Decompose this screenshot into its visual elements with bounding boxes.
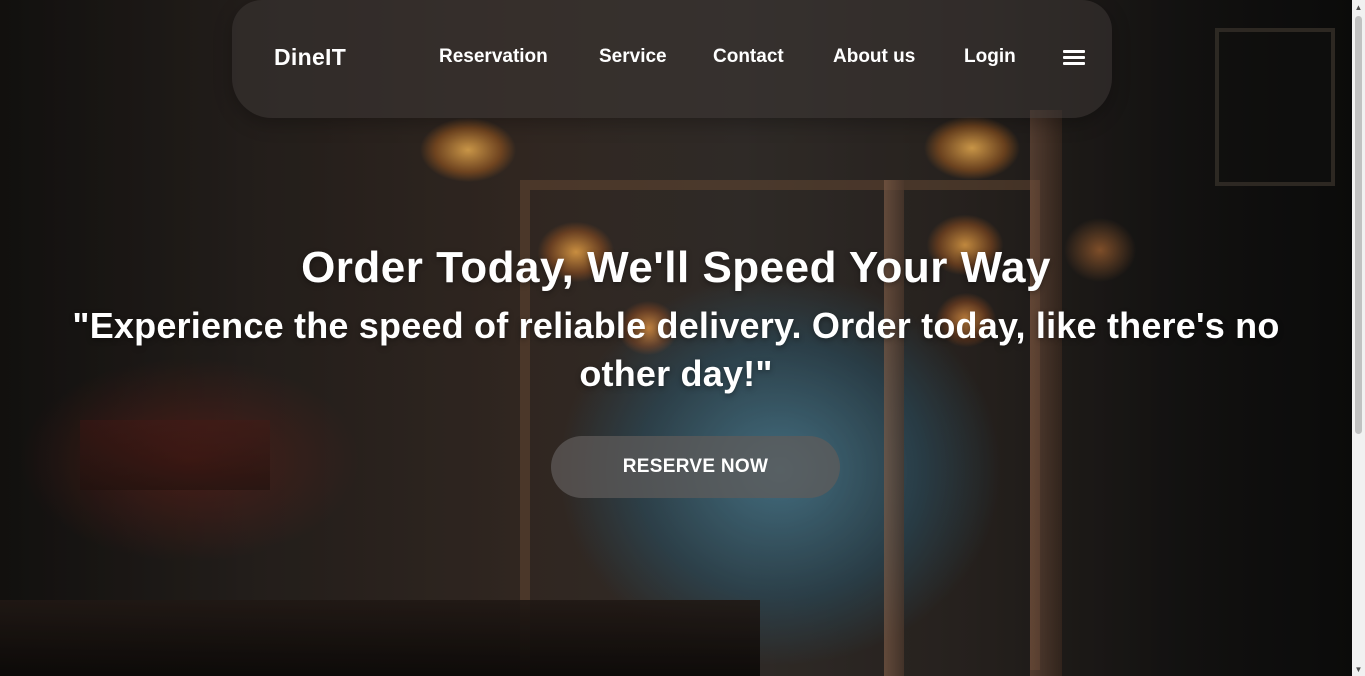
navbar: DineIT Reservation Service Contact About… xyxy=(232,0,1112,118)
nav-link-about-us[interactable]: About us xyxy=(833,46,915,68)
nav-link-reservation[interactable]: Reservation xyxy=(439,46,548,68)
scrollbar-thumb[interactable] xyxy=(1355,16,1362,434)
brand-logo[interactable]: DineIT xyxy=(274,44,346,71)
scroll-down-arrow-icon[interactable]: ▼ xyxy=(1352,662,1365,676)
nav-link-service[interactable]: Service xyxy=(599,46,667,68)
page-viewport: DineIT Reservation Service Contact About… xyxy=(0,0,1352,676)
vertical-scrollbar[interactable]: ▲ ▼ xyxy=(1352,0,1365,676)
hamburger-icon[interactable] xyxy=(1063,50,1085,66)
nav-link-login[interactable]: Login xyxy=(964,46,1016,68)
scroll-up-arrow-icon[interactable]: ▲ xyxy=(1352,0,1365,14)
hero-subtitle: "Experience the speed of reliable delive… xyxy=(72,305,1280,394)
reserve-now-button[interactable]: RESERVE NOW xyxy=(551,436,840,498)
nav-link-contact[interactable]: Contact xyxy=(713,46,784,68)
hero-title: Order Today, We'll Speed Your Way xyxy=(301,243,1051,292)
